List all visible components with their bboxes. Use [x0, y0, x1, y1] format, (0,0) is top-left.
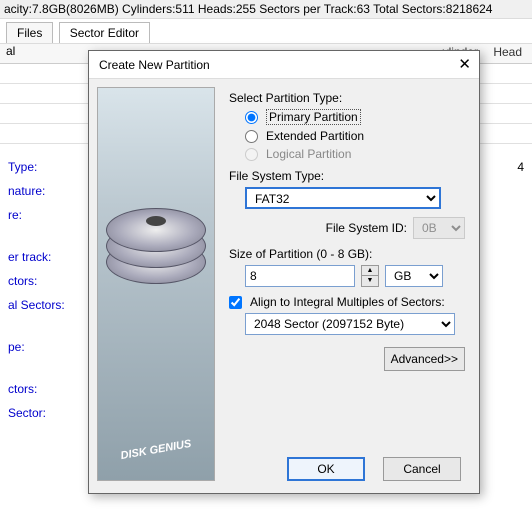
radio-extended-input[interactable]	[245, 130, 258, 143]
col-head: Head	[487, 42, 528, 62]
size-spinner[interactable]: ▲ ▼	[361, 265, 379, 287]
size-input[interactable]	[245, 265, 355, 287]
advanced-button[interactable]: Advanced>>	[384, 347, 465, 371]
tab-bar: Files Sector Editor	[0, 19, 532, 44]
radio-logical-label: Logical Partition	[266, 147, 351, 161]
dialog-titlebar: Create New Partition ✕	[89, 51, 479, 79]
fs-id-select: 0B	[413, 217, 465, 239]
tab-files[interactable]: Files	[6, 22, 53, 43]
radio-logical: Logical Partition	[245, 147, 465, 161]
disk-info-bar: acity:7.8GB(8026MB) Cylinders:511 Heads:…	[0, 0, 532, 19]
dialog-form: Select Partition Type: Primary Partition…	[223, 79, 479, 489]
size-unit-select[interactable]: GB	[385, 265, 443, 287]
align-checkbox-row[interactable]: Align to Integral Multiples of Sectors:	[229, 295, 465, 309]
spinner-up-icon[interactable]: ▲	[362, 266, 378, 276]
dialog-title: Create New Partition	[99, 58, 210, 72]
radio-primary-input[interactable]	[245, 111, 258, 124]
fs-type-label: File System Type:	[229, 169, 465, 183]
create-partition-dialog: Create New Partition ✕ DISK GENIUS Selec…	[88, 50, 480, 494]
brand-label: DISK GENIUS	[98, 434, 214, 466]
prop-type: Type:	[8, 160, 37, 174]
ok-button[interactable]: OK	[287, 457, 365, 481]
fs-id-label: File System ID:	[326, 221, 407, 235]
dialog-side-image: DISK GENIUS	[97, 87, 215, 481]
align-select[interactable]: 2048 Sector (2097152 Byte)	[245, 313, 455, 335]
prop-type-val: 4	[517, 160, 524, 174]
radio-primary[interactable]: Primary Partition	[245, 109, 465, 125]
cancel-button[interactable]: Cancel	[383, 457, 461, 481]
radio-extended[interactable]: Extended Partition	[245, 129, 465, 143]
radio-logical-input	[245, 148, 258, 161]
spinner-down-icon[interactable]: ▼	[362, 276, 378, 286]
align-label: Align to Integral Multiples of Sectors:	[250, 295, 445, 309]
col-label: al	[0, 41, 21, 61]
close-icon[interactable]: ✕	[458, 55, 471, 73]
align-checkbox[interactable]	[229, 296, 242, 309]
fs-type-select[interactable]: FAT32	[245, 187, 441, 209]
size-label: Size of Partition (0 - 8 GB):	[229, 247, 465, 261]
radio-primary-label: Primary Partition	[266, 109, 361, 125]
radio-extended-label: Extended Partition	[266, 129, 364, 143]
select-partition-type-label: Select Partition Type:	[229, 91, 465, 105]
tab-sector-editor[interactable]: Sector Editor	[59, 22, 150, 43]
